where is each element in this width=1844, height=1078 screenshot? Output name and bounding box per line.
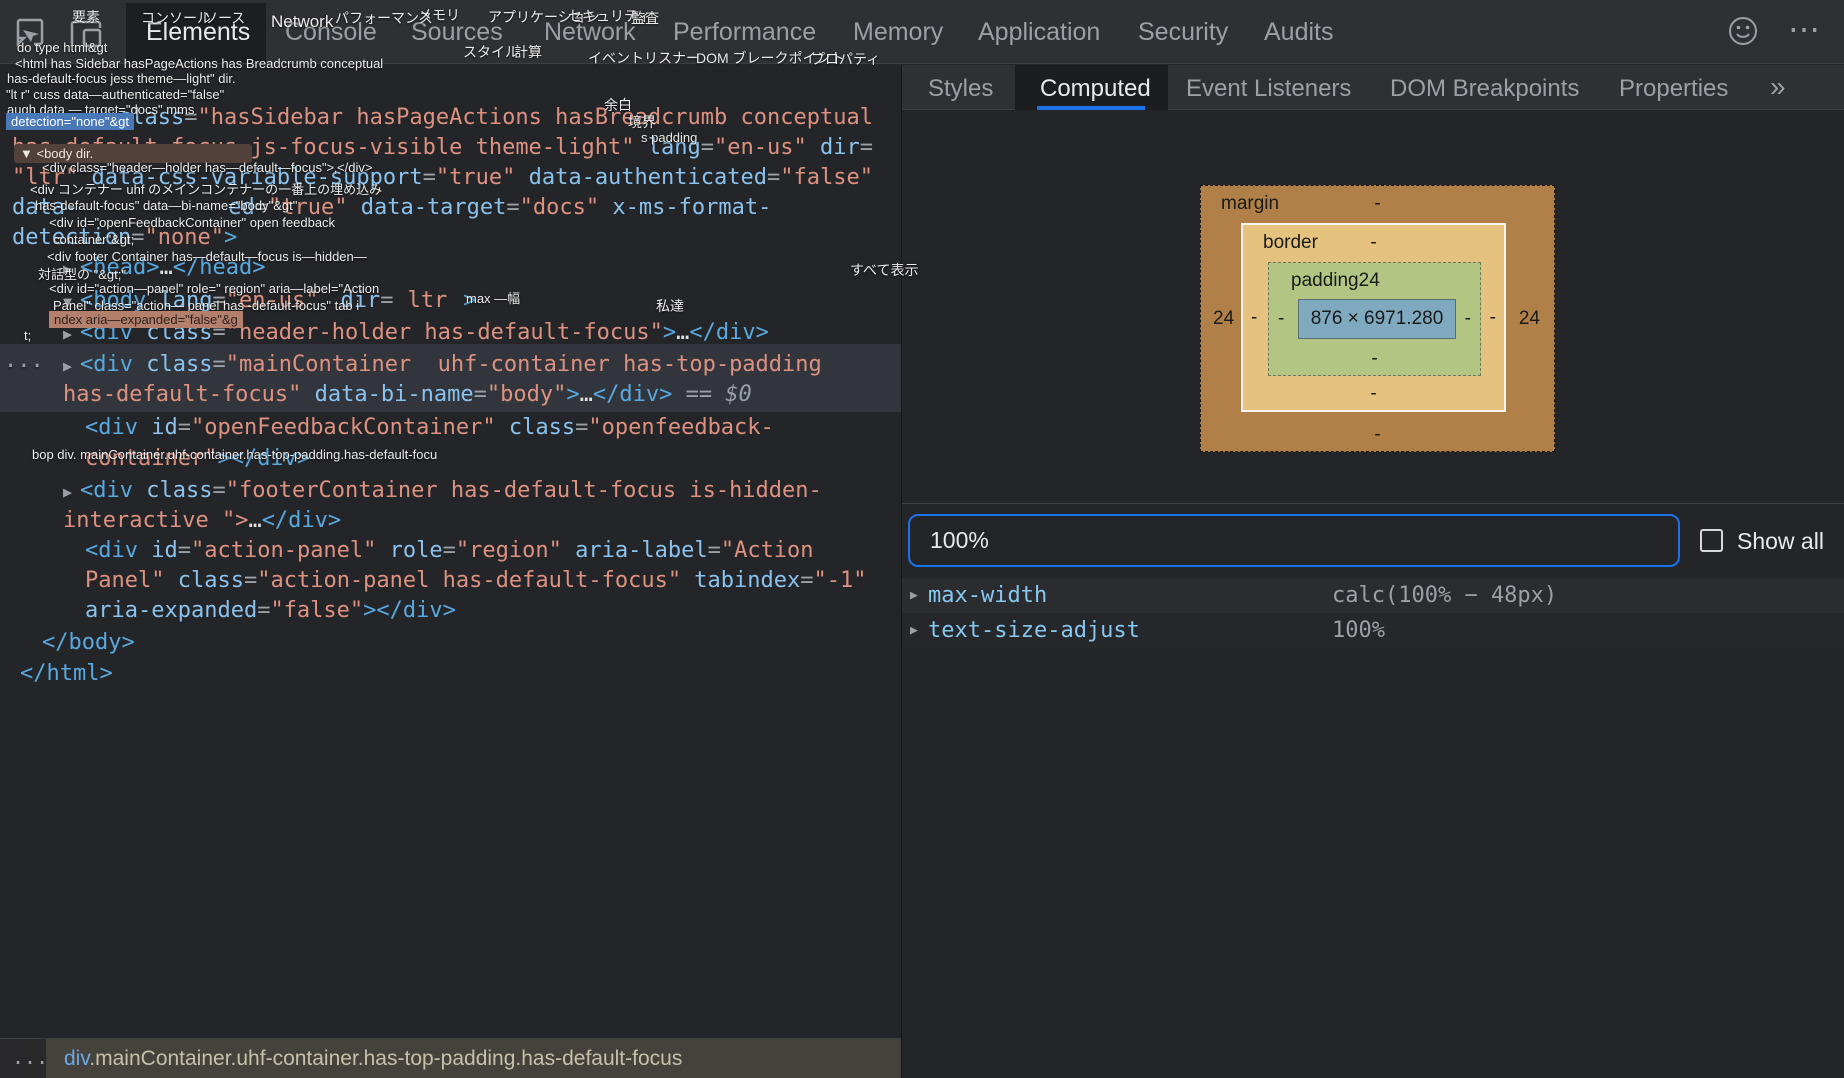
padding-left-value[interactable]: - (1278, 308, 1284, 330)
margin-bottom-value[interactable]: - (1201, 424, 1554, 446)
overlay-annotation: 私達 (656, 298, 684, 314)
border-top-value[interactable]: - (1243, 232, 1504, 254)
property-name: text-size-adjust (928, 618, 1140, 643)
tab-elements[interactable]: Elements (146, 18, 250, 47)
section-divider (902, 503, 1844, 504)
computed-property-row[interactable]: ▶ max-width calc(100% − 48px) (902, 578, 1844, 613)
expand-arrow-icon[interactable]: ▶ (63, 357, 72, 375)
tab-sources[interactable]: Sources (411, 18, 503, 47)
margin-top-value[interactable]: - (1201, 193, 1554, 215)
box-model-margin[interactable]: margin - - 24 24 border - - - - padding2… (1200, 185, 1555, 452)
box-model-content[interactable]: 876 × 6971.280 (1298, 299, 1456, 339)
tab-dom-breakpoints[interactable]: DOM Breakpoints (1390, 75, 1579, 103)
breadcrumb-bar: ... div.mainContainer.uhf-container.has-… (0, 1038, 901, 1078)
expand-arrow-icon[interactable]: ▶ (910, 613, 918, 648)
more-options-icon[interactable]: ⋯ (1788, 10, 1820, 48)
tab-styles[interactable]: Styles (928, 75, 993, 103)
computed-property-row[interactable]: ▶ text-size-adjust 100% (902, 613, 1844, 648)
dom-tree-line[interactable]: aria-expanded="false"></div> (85, 596, 456, 626)
overlay-annotation: すべて表示 (850, 262, 919, 278)
dom-tree-line[interactable]: detection="none"> (12, 223, 237, 253)
tab-network[interactable]: Network (544, 18, 636, 47)
overlay-annotation: "lt r" cuss data—authenticated="false" (6, 87, 225, 102)
overlay-annotation: detection="none"&gt (6, 113, 135, 130)
expand-arrow-icon[interactable]: ▶ (63, 483, 72, 501)
dom-tree-line[interactable]: data-ed="true" data-target="docs" x-ms-f… (12, 193, 771, 223)
dom-tree-line[interactable]: Panel" class="action-panel has-default-f… (85, 566, 867, 596)
border-left-value[interactable]: - (1251, 307, 1257, 329)
dom-tree-line[interactable]: ▶ <div class="footerContainer has-default… (63, 476, 822, 507)
tab-performance[interactable]: Performance (673, 18, 816, 47)
devtools-toolbar: Elements Console Sources Network Performance… (0, 0, 1844, 64)
dom-tree-line[interactable]: class="hasSidebar hasPageActions hasBrea… (118, 103, 873, 133)
dom-tree-line[interactable]: container"></div> (85, 444, 310, 474)
tab-security[interactable]: Security (1138, 18, 1228, 47)
dom-tree-line[interactable]: ▼ <body lang="en-us" dir= ltr > (63, 286, 476, 317)
expand-arrow-icon[interactable]: ▶ (63, 325, 72, 343)
dom-tree-line[interactable]: <div id="openFeedbackContainer" class="o… (85, 413, 774, 443)
tab-overflow-chevron-icon[interactable]: » (1770, 71, 1786, 103)
property-value: 100% (1332, 618, 1385, 643)
dom-tree-line[interactable]: interactive ">…</div> (63, 506, 341, 536)
margin-left-value[interactable]: 24 (1213, 308, 1234, 330)
dom-tree-line[interactable]: <div id="action-panel" role="region" ari… (85, 536, 814, 566)
breadcrumb-overflow-dots[interactable]: ... (12, 1045, 48, 1069)
tab-console[interactable]: Console (285, 18, 377, 47)
breadcrumb-item[interactable]: div.mainContainer.uhf-container.has-top-… (46, 1039, 901, 1078)
padding-bottom-value[interactable]: - (1269, 348, 1480, 370)
tab-computed[interactable]: Computed (1040, 75, 1151, 103)
expand-arrow-icon[interactable]: ▶ (910, 578, 918, 613)
dom-tree-line[interactable]: "ltr" data-css-variable-support="true" d… (12, 163, 873, 193)
border-bottom-value[interactable]: - (1243, 383, 1504, 405)
property-name: max-width (928, 583, 1048, 608)
expand-arrow-icon[interactable]: ▶ (63, 260, 72, 278)
show-all-label: Show all (1737, 528, 1824, 554)
dom-tree-line[interactable]: ▶ <head>…</head> (63, 253, 265, 284)
margin-right-value[interactable]: 24 (1519, 308, 1540, 330)
show-all-checkbox[interactable] (1700, 529, 1723, 552)
padding-top-value[interactable]: 24 (1359, 270, 1380, 291)
breadcrumb-classes: .mainContainer.uhf-container.has-top-pad… (89, 1047, 683, 1070)
active-tab-underline (1037, 106, 1145, 110)
device-toolbar-icon[interactable] (70, 20, 104, 48)
panel-divider[interactable] (901, 65, 902, 1078)
feedback-smiley-icon[interactable] (1727, 15, 1759, 47)
overlay-annotation: has-default-focus jess theme—light" dir. (7, 71, 236, 86)
padding-right-value[interactable]: - (1465, 308, 1471, 330)
property-value: calc(100% − 48px) (1332, 583, 1558, 608)
dom-tree-line[interactable]: </html> (20, 659, 113, 689)
expand-arrow-icon[interactable]: ▼ (63, 293, 72, 311)
breadcrumb-tag: div (64, 1047, 90, 1070)
tab-event-listeners[interactable]: Event Listeners (1186, 75, 1351, 103)
border-right-value[interactable]: - (1490, 307, 1496, 329)
dom-tree-line[interactable]: has-default-focus js-focus-visible theme… (12, 133, 873, 163)
box-model-padding[interactable]: padding24 - - - 876 × 6971.280 (1268, 262, 1481, 376)
dom-tree-line[interactable]: ▶ <div class="mainContainer uhf-container… (63, 350, 822, 381)
tab-audits[interactable]: Audits (1264, 18, 1333, 47)
dom-tree-line[interactable]: has-default-focus" data-bi-name="body">…… (63, 380, 752, 410)
box-model-border[interactable]: border - - - - padding24 - - - 876 × 697… (1241, 223, 1506, 412)
dom-tree-line[interactable]: </body> (42, 628, 135, 658)
overlay-annotation: t; (24, 328, 32, 343)
sidebar-tab-bar: Styles Computed Event Listeners DOM Breakpo… (902, 65, 1844, 110)
padding-label: padding (1291, 270, 1359, 291)
tab-properties[interactable]: Properties (1619, 75, 1728, 103)
dom-tree-line[interactable]: ▶ <div class="header-holder has-default-f… (63, 318, 769, 349)
tab-application[interactable]: Application (978, 18, 1100, 47)
inspect-element-icon[interactable] (14, 16, 46, 48)
computed-filter-input[interactable] (908, 514, 1680, 567)
tab-memory[interactable]: Memory (853, 18, 943, 47)
